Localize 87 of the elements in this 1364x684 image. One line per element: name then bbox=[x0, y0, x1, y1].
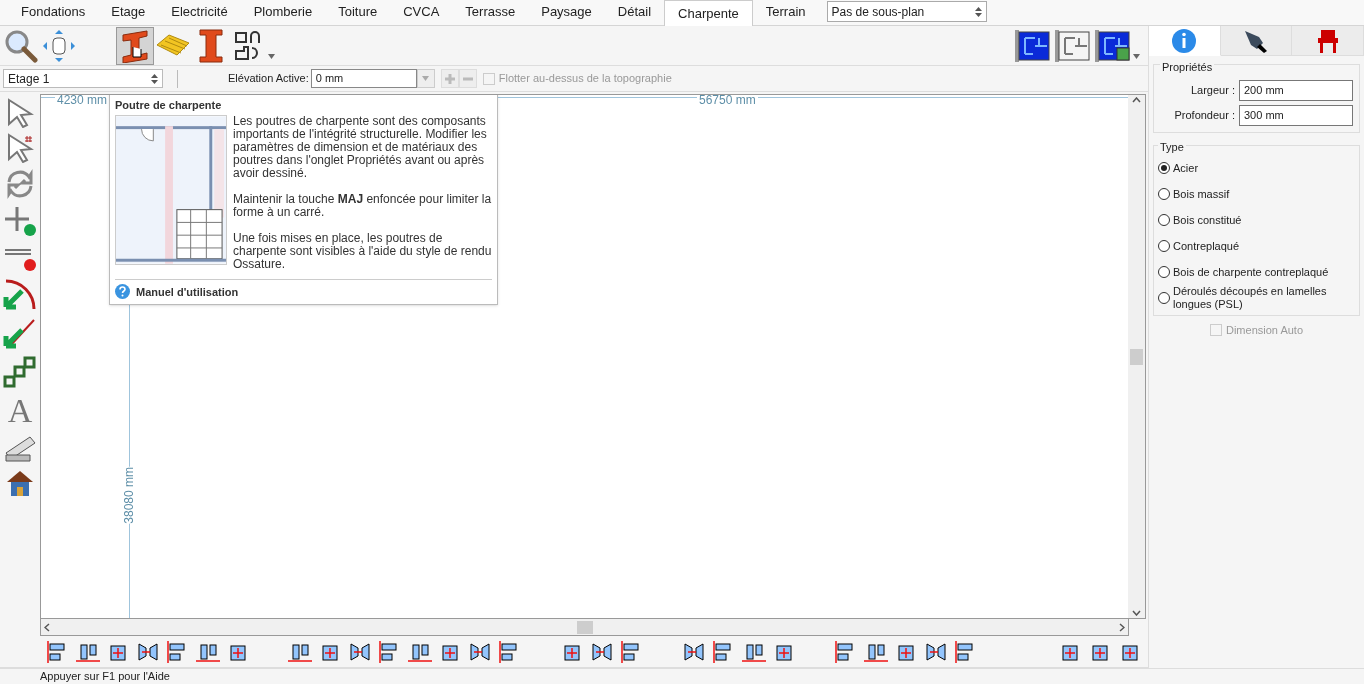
chair-icon bbox=[1315, 27, 1340, 54]
pointer-icon[interactable] bbox=[5, 98, 35, 128]
help-icon bbox=[115, 284, 130, 300]
panel-tab[interactable] bbox=[1292, 26, 1364, 56]
chain-icon[interactable] bbox=[2, 355, 38, 389]
type-radio[interactable]: Bois constitué bbox=[1158, 207, 1355, 233]
elevation-label: Elévation Active: bbox=[228, 71, 309, 87]
radio-label: Acier bbox=[1173, 161, 1199, 175]
tooltip-text: Maintenir la touche MAJ enfoncée pour limiter la forme à un carré. bbox=[233, 192, 492, 219]
ribbon-tab[interactable]: Fondations bbox=[8, 0, 99, 25]
scroll-thumb[interactable] bbox=[1130, 348, 1143, 365]
radio-label: Déroulés découpés en lamelles longues (PSL) bbox=[1173, 285, 1328, 311]
layout-sheet-icon[interactable] bbox=[1055, 29, 1091, 62]
house-icon[interactable] bbox=[5, 468, 35, 498]
ribbon-tab[interactable]: Charpente bbox=[664, 0, 753, 26]
dimension-field[interactable]: 300 mm bbox=[1239, 104, 1353, 126]
ribbon-tab[interactable]: Détail bbox=[604, 0, 665, 25]
radio-label: Bois massif bbox=[1173, 187, 1230, 201]
tool-button[interactable] bbox=[116, 26, 154, 65]
type-radio[interactable]: Bois massif bbox=[1158, 181, 1355, 207]
pointer-hash-icon[interactable] bbox=[5, 133, 35, 163]
scroll-right-icon[interactable] bbox=[1119, 622, 1125, 632]
vertical-scrollbar[interactable] bbox=[1128, 95, 1145, 618]
ribbon-tab[interactable]: Plomberie bbox=[240, 0, 326, 25]
radio-button[interactable] bbox=[1158, 188, 1170, 200]
panel-tab[interactable] bbox=[1149, 26, 1221, 56]
spinner-icon bbox=[974, 5, 982, 18]
radio-button[interactable] bbox=[1158, 240, 1170, 252]
layout-tool-icon[interactable] bbox=[682, 640, 706, 663]
spinner-icon bbox=[151, 72, 158, 85]
search-icon bbox=[4, 28, 38, 63]
pen-nib-icon bbox=[1243, 28, 1269, 53]
type-radio[interactable]: Déroulés découpés en lamelles longues (PSL) bbox=[1158, 285, 1355, 311]
ribbon-tab[interactable]: Terrasse bbox=[452, 0, 529, 25]
dimension-field[interactable]: 200 mm bbox=[1239, 79, 1353, 101]
radio-button[interactable] bbox=[1158, 214, 1170, 226]
subplan-select[interactable]: Pas de sous-plan bbox=[826, 1, 987, 22]
radio-button[interactable] bbox=[1158, 266, 1170, 278]
ribbon-tab[interactable]: Terrain bbox=[752, 0, 819, 25]
radio-label: Contreplaqué bbox=[1173, 239, 1240, 253]
hand-arrows-icon bbox=[41, 27, 77, 64]
floor-plan-icon[interactable] bbox=[1015, 29, 1051, 62]
tooltip-text: Une fois mises en place, les poutres de charpente sont visibles à l'aide du style de rendu Ossature. bbox=[233, 231, 492, 271]
field-label: Profondeur : bbox=[1174, 107, 1235, 123]
layout-tool-icon[interactable] bbox=[924, 640, 948, 663]
elevation-field[interactable]: 0 mm bbox=[310, 69, 417, 88]
ribbon-tab[interactable]: Etage bbox=[98, 0, 159, 25]
add-point-icon[interactable] bbox=[3, 205, 37, 237]
arc-arrow-icon[interactable] bbox=[2, 277, 38, 311]
float-label: Flotter au-dessus de la topographie bbox=[498, 71, 672, 87]
scroll-left-icon[interactable] bbox=[44, 622, 50, 632]
plan-picture-icon[interactable] bbox=[1095, 29, 1131, 62]
plus-icon bbox=[443, 72, 456, 85]
scroll-thumb[interactable] bbox=[576, 620, 593, 634]
type-radio[interactable]: Contreplaqué bbox=[1158, 233, 1355, 259]
type-radio[interactable]: Bois de charpente contreplaqué bbox=[1158, 259, 1355, 285]
scroll-down-icon[interactable] bbox=[1132, 610, 1141, 616]
radio-label: Bois de charpente contreplaqué bbox=[1173, 265, 1329, 279]
info-icon bbox=[1171, 27, 1198, 54]
tooltip-title: Poutre de charpente bbox=[115, 98, 223, 113]
type-radio[interactable]: Acier bbox=[1158, 155, 1355, 181]
caret-icon[interactable] bbox=[1133, 54, 1140, 59]
manual-link[interactable]: Manuel d'utilisation bbox=[136, 283, 239, 300]
layout-tool-icon[interactable] bbox=[590, 640, 614, 663]
layout-tool-icon[interactable] bbox=[468, 640, 492, 663]
floor-select[interactable]: Etage 1 bbox=[3, 69, 163, 88]
text-tool-icon[interactable]: A bbox=[7, 394, 33, 428]
status-text: Appuyer sur F1 pour l'Aide bbox=[40, 669, 170, 684]
scroll-up-icon[interactable] bbox=[1132, 97, 1141, 103]
radio-label: Bois constitué bbox=[1173, 213, 1242, 227]
auto-dimension-label: Dimension Auto bbox=[1225, 323, 1303, 338]
caret-icon bbox=[422, 76, 430, 81]
ribbon-tab[interactable]: Toiture bbox=[325, 0, 391, 25]
tooltip-text: Les poutres de charpente sont des composants importants de l'intégrité structurelle. Modifier les paramètres de dimension et de matériaux des poutres dans l'onglet Propriétés avant ou après avoir dessiné. bbox=[233, 114, 488, 180]
caret-icon[interactable] bbox=[268, 54, 275, 59]
layout-tool-icon[interactable] bbox=[348, 640, 372, 663]
steel-beam-icon bbox=[119, 28, 151, 63]
steel-post-icon bbox=[198, 27, 224, 64]
layout-tool-icon[interactable] bbox=[136, 640, 160, 663]
radio-button[interactable] bbox=[1158, 292, 1170, 304]
field-label: Largeur : bbox=[1190, 82, 1235, 98]
radio-button[interactable] bbox=[1158, 162, 1170, 174]
ribbon-tab[interactable]: CVCA bbox=[390, 0, 453, 25]
horizontal-scrollbar[interactable] bbox=[40, 619, 1129, 636]
ribbon-tab[interactable]: Paysage bbox=[528, 0, 605, 25]
panel-tab[interactable] bbox=[1220, 26, 1293, 56]
ribbon-tab[interactable]: Electricité bbox=[158, 0, 241, 25]
